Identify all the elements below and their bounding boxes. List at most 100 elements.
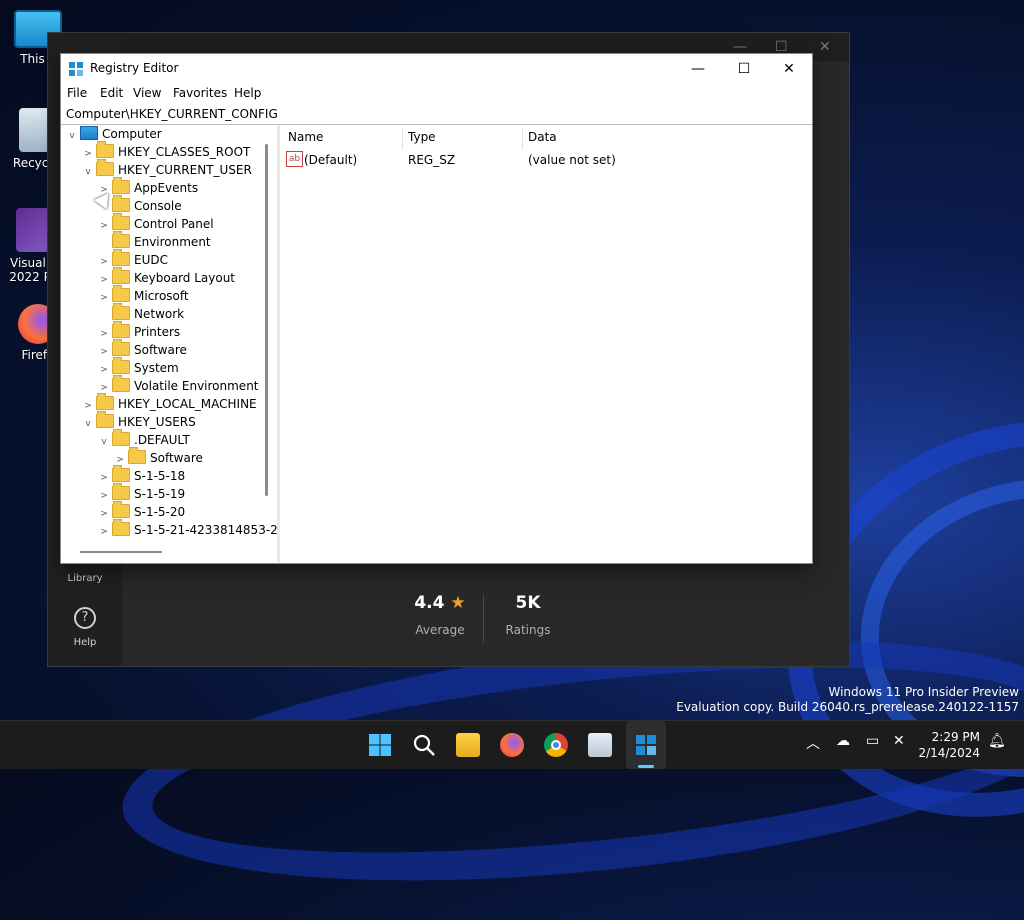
tree-node[interactable]: > Software <box>114 447 203 467</box>
close-icon: ✕ <box>783 61 795 77</box>
column-header-type[interactable]: Type <box>408 130 436 144</box>
values-list[interactable]: Name Type Data ab (Default) REG_SZ (valu… <box>280 125 812 562</box>
column-separator[interactable] <box>402 128 403 150</box>
start-button[interactable] <box>368 733 392 757</box>
tree-node[interactable]: > Printers <box>98 321 181 341</box>
window-title: Registry Editor <box>90 61 179 75</box>
chevron-up-icon[interactable]: ︿ <box>806 733 820 753</box>
menu-help[interactable]: Help <box>234 86 261 100</box>
vertical-scrollbar[interactable] <box>265 144 268 496</box>
clock-date: 2/14/2024 <box>918 746 980 760</box>
tree-label: .DEFAULT <box>134 433 190 447</box>
column-header-data[interactable]: Data <box>528 130 557 144</box>
tree-node[interactable]: > Software <box>98 339 187 359</box>
menu-edit[interactable]: Edit <box>100 86 123 100</box>
tree-node[interactable]: > HKEY_LOCAL_MACHINE <box>82 393 257 413</box>
notification-bell-icon[interactable]: 🔔︎ <box>988 733 1006 749</box>
address-path: Computer\HKEY_CURRENT_CONFIG <box>66 107 278 121</box>
computer-icon <box>80 126 98 140</box>
folder-icon <box>112 285 130 302</box>
menu-favorites[interactable]: Favorites <box>173 86 227 100</box>
clock[interactable]: 2:29 PM 2/14/2024 <box>915 729 980 761</box>
tree-node[interactable]: Network <box>98 303 184 323</box>
nav-library[interactable]: Library <box>48 573 122 584</box>
value-name: (Default) <box>304 153 358 167</box>
folder-icon <box>112 465 130 482</box>
tree-label: S-1-5-21-4233814853-2 <box>134 523 278 537</box>
rating-label: Average <box>415 623 465 637</box>
tree-label: System <box>134 361 179 375</box>
registry-editor-window[interactable]: Registry Editor — ☐ ✕ File Edit View Fav… <box>60 53 813 564</box>
watermark-line: Windows 11 Pro Insider Preview <box>828 685 1019 699</box>
tree-node[interactable]: > S-1-5-19 <box>98 483 186 503</box>
tree-label: Console <box>134 199 182 213</box>
tree-label: HKEY_USERS <box>118 415 196 429</box>
tree-label: Computer <box>102 127 162 141</box>
chevron-down-icon[interactable]: v <box>82 163 94 181</box>
close-button[interactable]: ✕ <box>766 54 812 84</box>
tree-label: Microsoft <box>134 289 189 303</box>
horizontal-scrollbar[interactable] <box>80 551 162 553</box>
tree-label: S-1-5-18 <box>134 469 186 483</box>
tree-label: Environment <box>134 235 211 249</box>
firefox-icon[interactable] <box>500 733 524 757</box>
tree-node[interactable]: v Computer <box>66 125 162 143</box>
regedit-icon <box>634 733 658 757</box>
folder-icon <box>96 393 114 410</box>
search-icon <box>413 734 435 756</box>
tree-node[interactable]: > S-1-5-18 <box>98 465 186 485</box>
tree-node[interactable]: > EUDC <box>98 249 168 269</box>
chevron-down-icon[interactable]: v <box>98 433 110 451</box>
tree-node[interactable]: v HKEY_CURRENT_USER <box>82 159 252 181</box>
title-bar[interactable]: Registry Editor — ☐ ✕ <box>61 54 812 84</box>
star-icon: ★ <box>450 593 466 613</box>
tree-node[interactable]: > Volatile Environment <box>98 375 259 395</box>
chrome-icon[interactable] <box>544 733 568 757</box>
menu-view[interactable]: View <box>133 86 161 100</box>
folder-icon <box>112 303 130 320</box>
folder-icon <box>112 339 130 356</box>
minimize-button[interactable]: — <box>675 54 721 84</box>
tree-label: Printers <box>134 325 181 339</box>
folder-icon <box>112 249 130 266</box>
rating-count: 5K Ratings <box>488 593 568 637</box>
tree-label: Software <box>134 343 187 357</box>
tree-label: Software <box>150 451 203 465</box>
chevron-down-icon[interactable]: v <box>82 415 94 433</box>
tree-label: HKEY_CURRENT_USER <box>118 163 252 177</box>
close-icon[interactable]: ✕ <box>819 39 831 55</box>
tree-node[interactable]: > Microsoft <box>98 285 189 305</box>
list-item[interactable]: ab (Default) REG_SZ (value not set) <box>280 150 812 170</box>
tree-node[interactable]: v HKEY_USERS <box>82 411 196 433</box>
tree-node[interactable]: > HKEY_CLASSES_ROOT <box>82 141 250 161</box>
windows-logo-icon <box>369 734 391 756</box>
cloud-offline-icon[interactable]: ☁ <box>836 733 850 749</box>
tree-label: AppEvents <box>134 181 199 195</box>
folder-icon <box>112 375 130 392</box>
tree-label: Control Panel <box>134 217 214 231</box>
column-separator[interactable] <box>522 128 523 150</box>
store-icon[interactable] <box>588 733 612 757</box>
menu-bar: File Edit View Favorites Help <box>61 84 812 104</box>
column-header-name[interactable]: Name <box>288 130 323 144</box>
tree-node[interactable]: > S-1-5-20 <box>98 501 185 521</box>
menu-file[interactable]: File <box>67 86 87 100</box>
maximize-button[interactable]: ☐ <box>721 54 767 84</box>
tree-node[interactable]: > S-1-5-21-4233814853-2 <box>98 519 278 541</box>
maximize-icon: ☐ <box>737 61 751 77</box>
network-icon[interactable]: ▭ <box>866 733 879 749</box>
chevron-right-icon[interactable]: > <box>98 523 110 541</box>
registry-tree[interactable]: v Computer > HKEY_CLASSES_ROOT v HKEY_CURRE… <box>61 125 278 562</box>
minimize-icon: — <box>691 61 705 77</box>
search-button[interactable] <box>412 733 436 757</box>
ratings-label: Ratings <box>505 623 551 637</box>
nav-help[interactable]: ? Help <box>48 607 122 648</box>
file-explorer-icon[interactable] <box>456 733 480 757</box>
tree-node[interactable]: v .DEFAULT <box>98 429 190 451</box>
volume-muted-icon[interactable]: ✕ <box>893 733 905 749</box>
chevron-down-icon[interactable]: v <box>66 127 78 145</box>
address-bar[interactable]: Computer\HKEY_CURRENT_CONFIG <box>61 104 812 125</box>
tree-node[interactable]: > System <box>98 357 179 377</box>
tree-label: S-1-5-19 <box>134 487 186 501</box>
tree-label: Volatile Environment <box>134 379 259 393</box>
